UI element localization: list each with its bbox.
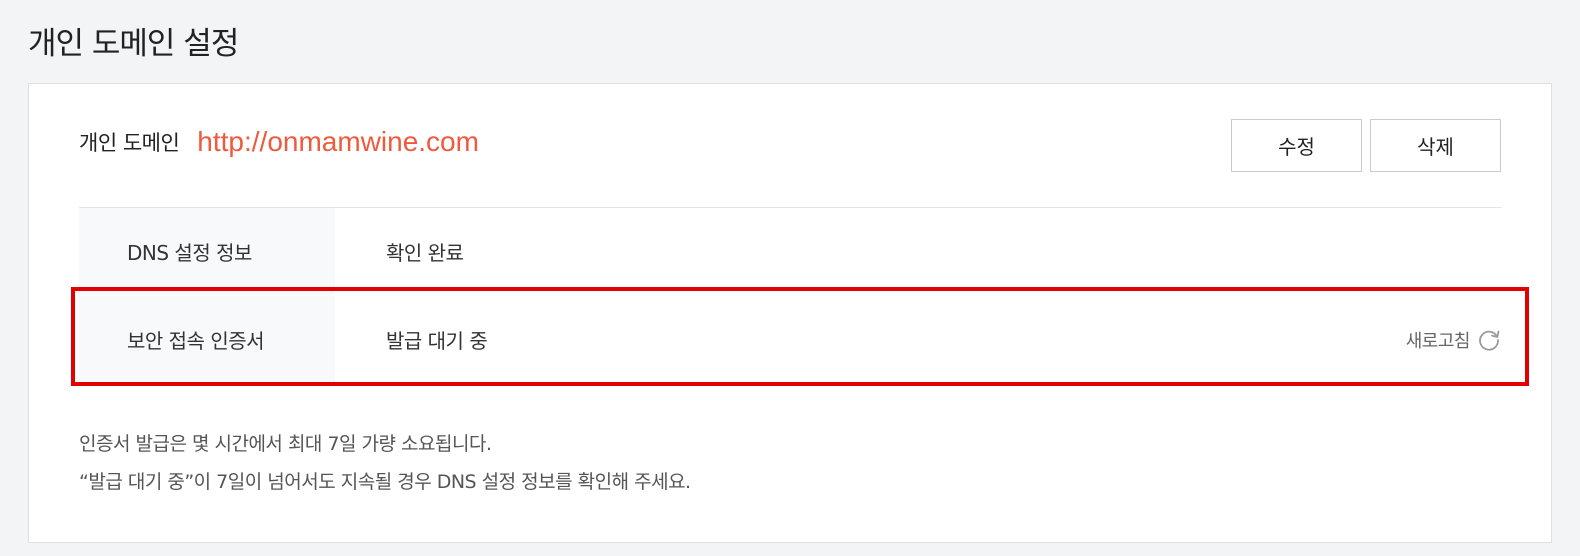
dns-settings-row: DNS 설정 정보 확인 완료: [79, 208, 1502, 295]
domain-settings-card: 개인 도메인 http://onmamwine.com 수정 삭제 DNS 설정…: [28, 83, 1552, 543]
refresh-button[interactable]: 새로고침: [1406, 327, 1502, 353]
note-line: “발급 대기 중”이 7일이 넘어서도 지속될 경우 DNS 설정 정보를 확인…: [79, 471, 691, 493]
dns-settings-label: DNS 설정 정보: [79, 208, 335, 295]
page-title: 개인 도메인 설정: [28, 26, 239, 62]
refresh-label: 새로고침: [1405, 330, 1471, 352]
domain-url: http://onmamwine.com: [197, 126, 479, 157]
ssl-certificate-label: 보안 접속 인증서: [79, 296, 335, 383]
note-line: 인증서 발급은 몇 시간에서 최대 7일 가량 소요됩니다.: [79, 433, 492, 455]
ssl-certificate-row: 보안 접속 인증서 발급 대기 중 새로고침: [79, 296, 1502, 383]
delete-button[interactable]: 삭제: [1370, 119, 1501, 172]
notes: 인증서 발급은 몇 시간에서 최대 7일 가량 소요됩니다. “발급 대기 중”…: [79, 425, 691, 501]
dns-settings-status: 확인 완료: [386, 241, 464, 265]
refresh-icon[interactable]: [1476, 327, 1502, 353]
domain-header: 개인 도메인 http://onmamwine.com: [79, 122, 479, 162]
domain-label: 개인 도메인: [79, 131, 180, 155]
ssl-certificate-status: 발급 대기 중: [386, 329, 488, 353]
edit-button[interactable]: 수정: [1231, 119, 1362, 172]
